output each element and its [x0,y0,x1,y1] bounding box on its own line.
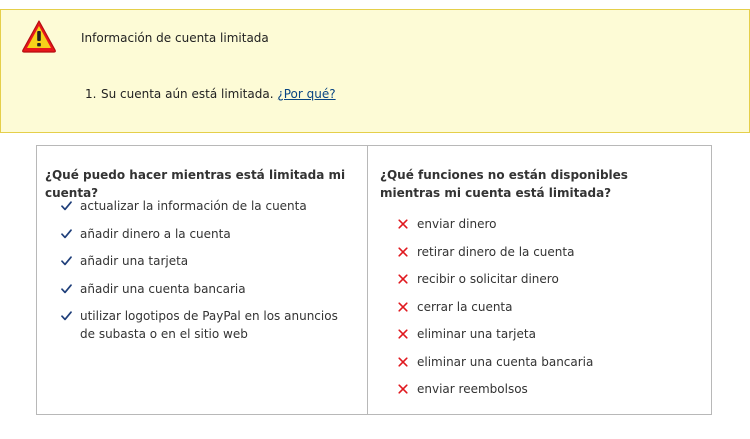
list-item: eliminar una tarjeta [396,325,676,343]
cross-icon [396,270,410,288]
check-icon [59,197,73,215]
list-item-label: enviar reembolsos [417,382,528,396]
cross-icon [396,215,410,233]
unavailable-actions-list: enviar dinero retirar dinero de la cuenta… [396,215,676,408]
list-item: actualizar la información de la cuenta [59,197,349,215]
cross-icon [396,243,410,261]
unavailable-actions-panel: ¿Qué funciones no están disponibles mien… [368,146,711,414]
list-item-label: utilizar logotipos de PayPal en los anun… [80,309,338,341]
list-item-label: actualizar la información de la cuenta [80,199,307,213]
list-item: añadir dinero a la cuenta [59,225,349,243]
unavailable-actions-title: ¿Qué funciones no están disponibles mien… [380,168,628,200]
check-icon [59,225,73,243]
allowed-actions-list: actualizar la información de la cuenta añ… [59,197,349,353]
allowed-actions-panel: ¿Qué puedo hacer mientras está limitada … [37,146,368,414]
limited-account-alert: Información de cuenta limitada 1. Su cuen… [0,9,750,133]
list-item-label: añadir dinero a la cuenta [80,226,231,241]
list-item: eliminar una cuenta bancaria [396,353,676,371]
list-item-label: eliminar una cuenta bancaria [417,354,594,369]
list-item-label: enviar dinero [417,217,497,231]
list-item: añadir una cuenta bancaria [59,280,349,298]
alert-title: Información de cuenta limitada [81,31,269,45]
list-item: utilizar logotipos de PayPal en los anun… [59,307,349,343]
cross-icon [396,325,410,343]
list-item-label: añadir una cuenta bancaria [80,281,246,296]
limitation-details: ¿Qué puedo hacer mientras está limitada … [36,145,712,415]
list-item-label: eliminar una tarjeta [417,327,536,341]
check-icon [59,307,73,325]
list-item-label: recibir o solicitar dinero [417,272,559,286]
list-item: recibir o solicitar dinero [396,270,676,288]
cross-icon [396,353,410,371]
alert-item-number: 1. [85,87,97,101]
list-item: enviar reembolsos [396,380,676,398]
alert-list: 1. Su cuenta aún está limitada. ¿Por qué? [85,87,336,101]
alert-item-text: Su cuenta aún está limitada. [101,87,274,101]
why-link[interactable]: ¿Por qué? [277,87,335,101]
list-item-label: añadir una tarjeta [80,254,189,268]
check-icon [59,280,73,298]
list-item-label: cerrar la cuenta [417,299,513,314]
list-item-label: retirar dinero de la cuenta [417,244,575,259]
list-item: retirar dinero de la cuenta [396,243,676,261]
cross-icon [396,380,410,398]
check-icon [59,252,73,270]
list-item: enviar dinero [396,215,676,233]
warning-triangle-icon [22,20,56,53]
list-item: cerrar la cuenta [396,298,676,316]
list-item: añadir una tarjeta [59,252,349,270]
cross-icon [396,298,410,316]
